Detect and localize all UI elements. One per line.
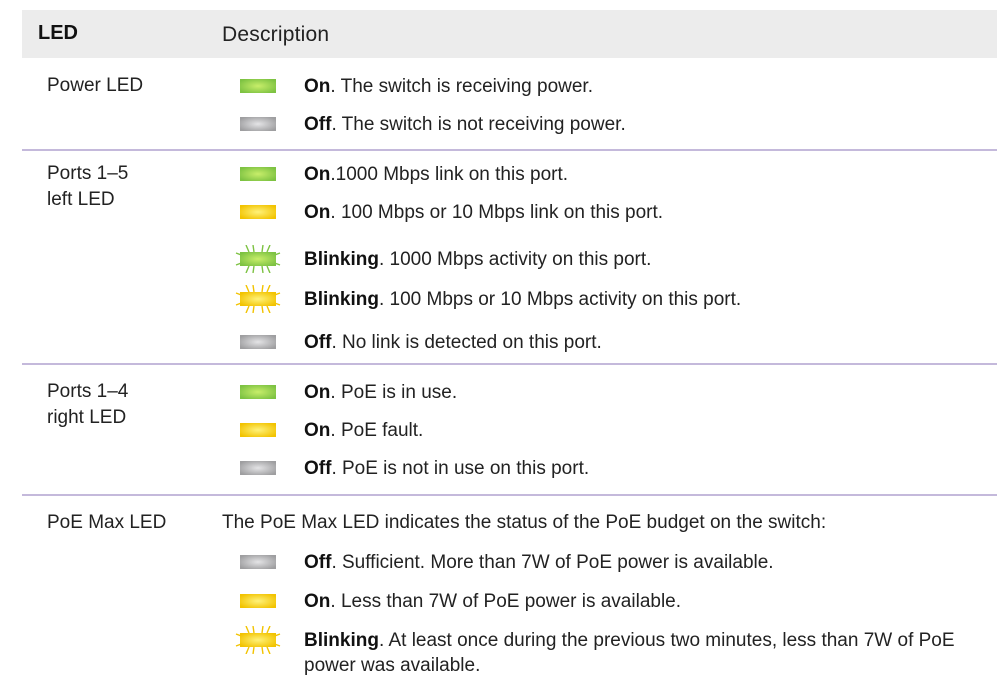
entry-text: Blinking. 100 Mbps or 10 Mbps activity o… — [304, 289, 742, 310]
led-entry: On. PoE is in use. — [222, 378, 987, 406]
led-name-ports-1-5-left: Ports 1–5 left LED — [47, 161, 128, 213]
led-entry: Off. No link is detected on this port. — [222, 328, 987, 356]
led-name-line: PoE Max LED — [47, 512, 167, 533]
led-entry: On. Less than 7W of PoE power is availab… — [222, 587, 987, 615]
led-entry: On. The switch is receiving power. — [222, 72, 987, 100]
entry-text: On. The switch is receiving power. — [304, 76, 593, 97]
poe-max-intro: The PoE Max LED indicates the status of … — [222, 512, 827, 533]
led-name-line: Ports 1–4 — [47, 381, 129, 402]
entry-text: Blinking. 1000 Mbps activity on this por… — [304, 249, 652, 270]
led-gray-off-icon — [222, 454, 302, 482]
entry-text: On. 100 Mbps or 10 Mbps link on this por… — [304, 202, 664, 223]
entry-text: On. PoE is in use. — [304, 382, 458, 403]
led-yellow-solid-icon — [222, 587, 302, 615]
led-entry: Blinking. 100 Mbps or 10 Mbps activity o… — [222, 285, 987, 313]
led-entry: Off. Sufficient. More than 7W of PoE pow… — [222, 548, 987, 576]
row-separator — [22, 149, 997, 151]
header-description: Description — [222, 23, 330, 46]
led-entry: Blinking. 1000 Mbps activity on this por… — [222, 245, 987, 273]
led-name-power: Power LED — [47, 73, 143, 99]
led-yellow-blinking-icon — [222, 626, 302, 654]
entry-text: Off. No link is detected on this port. — [304, 332, 602, 353]
led-green-solid-icon — [222, 378, 302, 406]
led-gray-off-icon — [222, 548, 302, 576]
led-green-blinking-icon — [222, 245, 302, 273]
led-entry: Off. PoE is not in use on this port. — [222, 454, 987, 482]
led-gray-off-icon — [222, 110, 302, 138]
entry-text: On.1000 Mbps link on this port. — [304, 164, 569, 185]
entry-text: Off. Sufficient. More than 7W of PoE pow… — [304, 552, 774, 573]
led-name-line: right LED — [47, 407, 127, 428]
header-led: LED — [38, 22, 78, 44]
led-name-line: Power LED — [47, 75, 144, 96]
led-entry: On. 100 Mbps or 10 Mbps link on this por… — [222, 198, 987, 226]
led-name-poe-max: PoE Max LED — [47, 510, 166, 536]
led-name-line: Ports 1–5 — [47, 163, 129, 184]
led-yellow-blinking-icon — [222, 285, 302, 313]
entry-text: Blinking. At least once during the previ… — [304, 630, 955, 676]
led-name-line: left LED — [47, 189, 115, 210]
entry-text: On. PoE fault. — [304, 420, 424, 441]
led-entry: On.1000 Mbps link on this port. — [222, 160, 987, 188]
entry-text: Off. The switch is not receiving power. — [304, 114, 626, 135]
row-separator — [22, 363, 997, 365]
led-entry: Off. The switch is not receiving power. — [222, 110, 987, 138]
led-entry: On. PoE fault. — [222, 416, 987, 444]
led-gray-off-icon — [222, 328, 302, 356]
entry-text: On. Less than 7W of PoE power is availab… — [304, 591, 682, 612]
led-yellow-solid-icon — [222, 416, 302, 444]
led-green-solid-icon — [222, 72, 302, 100]
led-entry: Blinking. At least once during the previ… — [222, 626, 987, 676]
entry-text: Off. PoE is not in use on this port. — [304, 458, 590, 479]
led-table: LED Description Power LED On. The switch… — [0, 0, 997, 686]
row-separator — [22, 494, 997, 496]
led-yellow-solid-icon — [222, 198, 302, 226]
table-header: LED Description — [22, 10, 997, 58]
led-green-solid-icon — [222, 160, 302, 188]
led-name-ports-1-4-right: Ports 1–4 right LED — [47, 379, 128, 431]
